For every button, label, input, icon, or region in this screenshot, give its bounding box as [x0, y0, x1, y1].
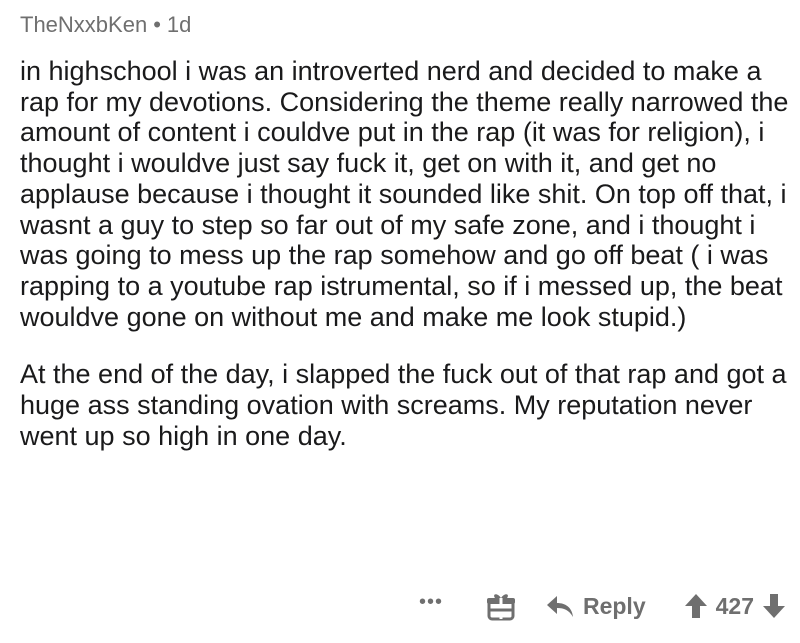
- reply-label: Reply: [582, 592, 646, 619]
- reply-arrow-icon: [546, 596, 573, 617]
- meta-separator: •: [153, 12, 161, 37]
- vote-score: 427: [715, 592, 754, 619]
- downvote-icon[interactable]: [762, 593, 786, 619]
- reply-button[interactable]: Reply: [545, 593, 646, 620]
- comment-age: 1d: [166, 12, 192, 37]
- comment-paragraph: in highschool i was an introverted nerd …: [20, 56, 789, 332]
- comment-actions: ••• Reply 427: [419, 584, 786, 628]
- comment-body: in highschool i was an introverted nerd …: [20, 56, 790, 451]
- more-options-icon[interactable]: •••: [419, 592, 443, 612]
- author-username[interactable]: TheNxxbKen: [20, 12, 147, 37]
- vote-controls: 427: [684, 593, 786, 620]
- comment-paragraph: At the end of the day, i slapped the fuc…: [20, 359, 787, 451]
- award-icon[interactable]: [485, 590, 517, 622]
- comment-meta: TheNxxbKen • 1d: [20, 12, 191, 38]
- upvote-icon[interactable]: [684, 593, 708, 619]
